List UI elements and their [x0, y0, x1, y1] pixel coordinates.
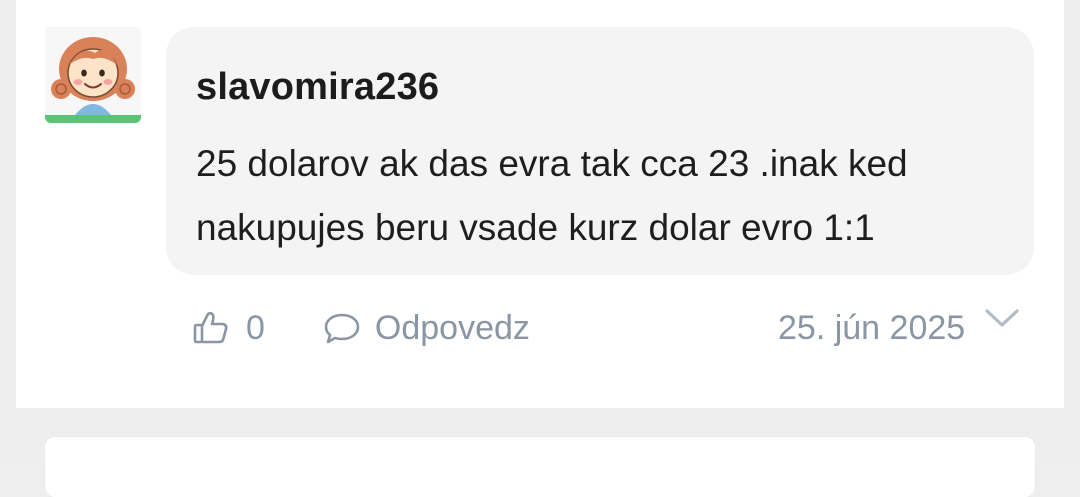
like-button[interactable]: 0 [192, 309, 265, 348]
avatar-status-bar [45, 115, 141, 123]
cartoon-girl-avatar [45, 27, 141, 115]
comment-date: 25. jún 2025 [778, 308, 966, 347]
next-comment-card [45, 437, 1035, 497]
speech-bubble-icon [324, 313, 360, 344]
reply-label: Odpovedz [374, 308, 530, 347]
reply-button[interactable]: Odpovedz [323, 309, 530, 348]
comment-actions: 0 Odpovedz [192, 306, 530, 350]
like-count: 0 [246, 308, 265, 347]
chevron-down-icon[interactable] [983, 303, 1021, 333]
user-avatar[interactable] [45, 27, 141, 123]
comment-author[interactable]: slavomira236 [196, 66, 439, 109]
thumbs-up-icon [193, 311, 228, 344]
comment-text: 25 dolarov ak das evra tak cca 23 .inak … [196, 143, 908, 248]
